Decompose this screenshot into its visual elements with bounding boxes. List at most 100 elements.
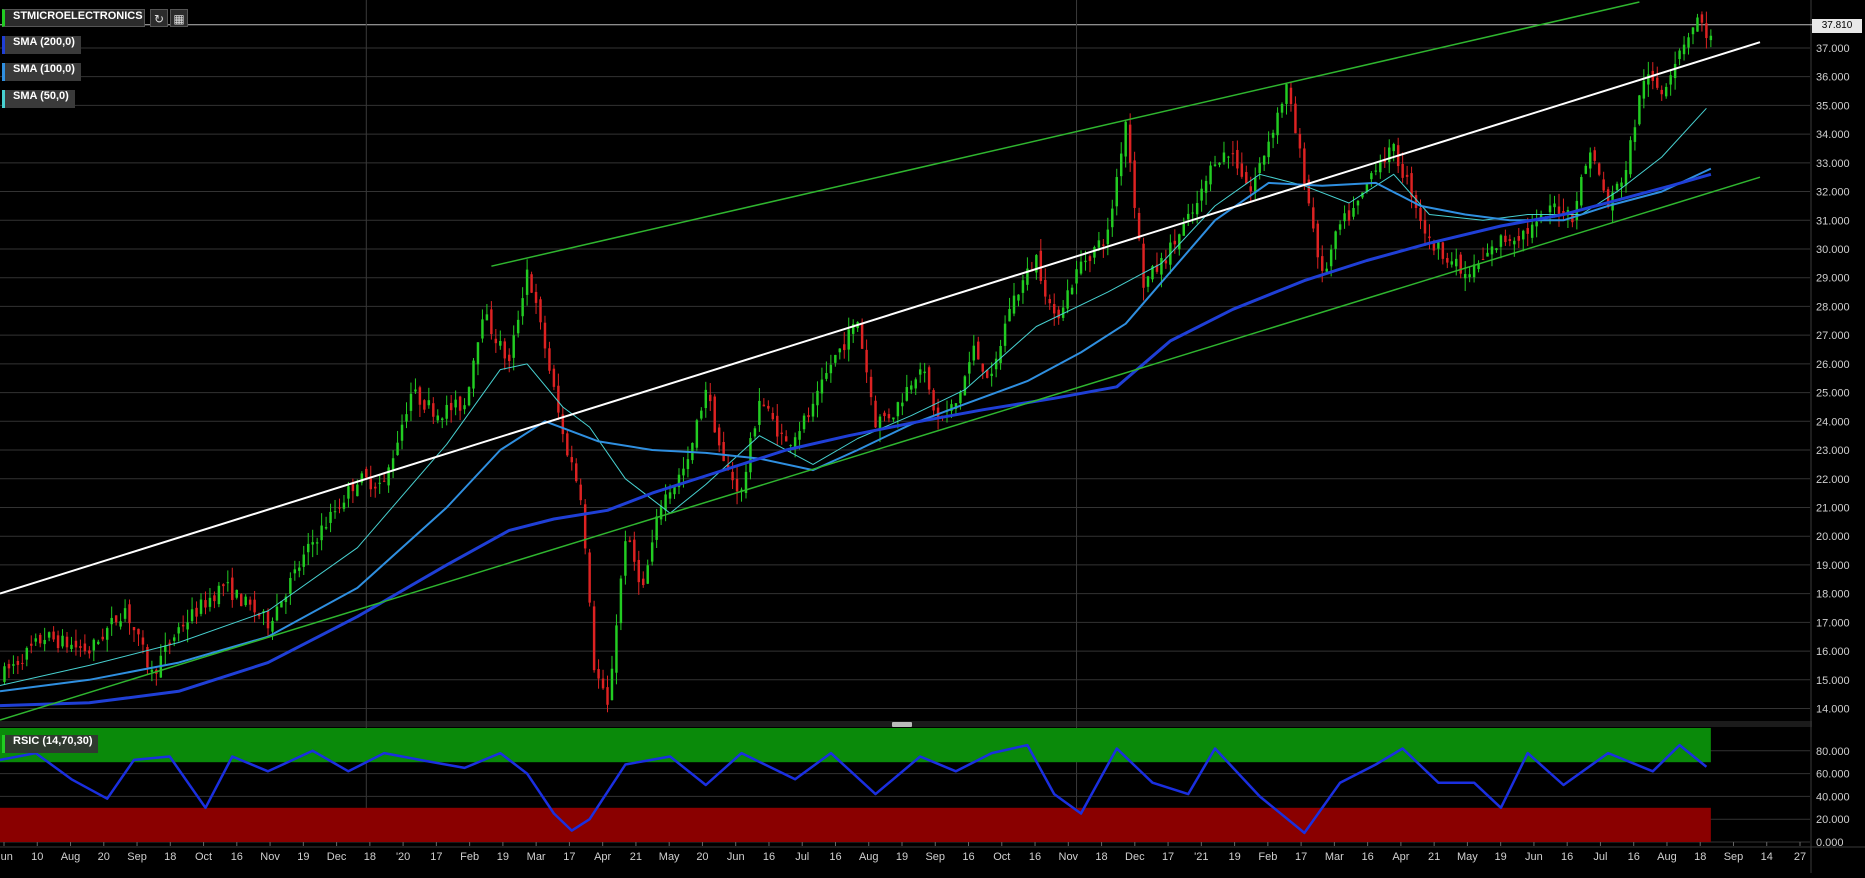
refresh-icon[interactable]: ↻	[150, 9, 168, 27]
candle-body	[628, 540, 632, 542]
x-tick-label: 18	[364, 851, 376, 863]
candle-body	[1084, 260, 1087, 263]
candle-body	[485, 314, 489, 321]
candle-body	[1405, 174, 1409, 177]
candle-body	[1455, 258, 1458, 267]
candle-body	[901, 402, 904, 407]
legend-sma50[interactable]: SMA (50,0)	[2, 90, 75, 108]
legend-rsi[interactable]: RSIC (14,70,30)	[2, 735, 99, 753]
candle-body	[83, 643, 87, 652]
candle-body	[838, 348, 842, 353]
candle-body	[1182, 223, 1185, 236]
candle-body	[566, 433, 569, 456]
candle-body	[1441, 242, 1445, 259]
candle-body	[38, 634, 42, 644]
candle-body	[1553, 203, 1556, 208]
candle-body	[1218, 162, 1221, 165]
candle-body	[1200, 188, 1203, 201]
x-tick-label: Jul	[1593, 851, 1607, 863]
candle-body	[1191, 212, 1194, 214]
candle-body	[1580, 177, 1583, 206]
candle-body	[825, 373, 828, 379]
legend-sma200[interactable]: SMA (200,0)	[2, 36, 81, 54]
candle-body	[1173, 240, 1177, 245]
candle-body	[923, 371, 926, 374]
candle-body	[1245, 172, 1248, 184]
candle-body	[655, 516, 658, 540]
chart-window: 14.000 15.000 16.000 17.000 18.000 19.000 20.0…	[0, 0, 1865, 873]
candle-body	[329, 511, 332, 523]
candle-body	[543, 322, 547, 349]
candle-body	[1669, 75, 1672, 85]
candle-body	[1312, 207, 1315, 229]
candle-body	[199, 599, 203, 614]
x-tick-label: Nov	[260, 851, 280, 863]
candle-body	[686, 459, 690, 470]
candle-body	[646, 565, 649, 584]
candle-body	[1490, 246, 1494, 255]
candle-body	[1093, 247, 1096, 258]
calendar-icon[interactable]: ▦	[170, 9, 188, 27]
candle-body	[1222, 152, 1226, 163]
candle-body	[306, 543, 310, 553]
candle-body	[1017, 294, 1020, 301]
candle-body	[883, 412, 886, 417]
candle-body	[637, 559, 641, 583]
candle-body	[994, 358, 998, 370]
candle-body	[624, 541, 627, 576]
pane-splitter-handle[interactable]	[892, 722, 912, 727]
candle-body	[874, 400, 877, 428]
candle-body	[789, 445, 792, 447]
candle-body	[1164, 260, 1168, 264]
candle-body	[414, 389, 417, 392]
candle-body	[311, 542, 314, 545]
x-tick-label: Sep	[925, 851, 945, 863]
candle-body	[101, 636, 104, 640]
symbol-label[interactable]: STMICROELECTRONICS	[2, 9, 145, 27]
candle-body	[552, 368, 556, 387]
x-tick-label: 19	[1495, 851, 1507, 863]
candle-body	[1231, 153, 1235, 155]
candle-body	[231, 577, 234, 600]
candle-body	[458, 396, 462, 411]
candle-body	[374, 486, 377, 489]
candle-body	[798, 431, 801, 440]
x-tick-label: Dec	[1125, 851, 1145, 863]
candle-body	[271, 620, 274, 632]
candle-body	[1321, 256, 1324, 271]
candle-body	[213, 595, 216, 602]
rsi-tick-label: 0.000	[1816, 837, 1844, 849]
x-tick-label: 20	[696, 851, 708, 863]
price-tick-label: 34.000	[1816, 129, 1850, 141]
candle-body	[338, 507, 341, 509]
x-tick-label: Jun	[727, 851, 745, 863]
candle-body	[1052, 304, 1056, 314]
candle-body	[1629, 140, 1632, 175]
candle-body	[588, 552, 591, 603]
candle-body	[516, 319, 520, 334]
candle-body	[467, 387, 471, 406]
candle-body	[887, 414, 891, 419]
candle-body	[668, 492, 672, 499]
x-tick-label: Mar	[527, 851, 546, 863]
candle-body	[633, 539, 636, 562]
x-tick-label: 17	[1162, 851, 1174, 863]
candle-body	[1267, 141, 1270, 158]
candle-body	[1325, 268, 1328, 272]
candle-body	[1486, 252, 1489, 257]
x-tick-label: 19	[1228, 851, 1240, 863]
legend-sma100[interactable]: SMA (100,0)	[2, 63, 81, 81]
candle-body	[387, 467, 390, 486]
candle-body	[1673, 63, 1677, 79]
x-tick-label: 19	[497, 851, 509, 863]
x-tick-label: Aug	[859, 851, 879, 863]
candle-body	[530, 274, 533, 293]
candle-body	[494, 338, 498, 344]
candle-body	[1334, 231, 1337, 249]
candle-body	[441, 418, 444, 420]
x-tick-label: Nov	[1059, 851, 1079, 863]
candle-body	[865, 349, 868, 373]
candle-body	[508, 354, 511, 362]
candle-body	[583, 504, 587, 549]
candle-body	[1437, 242, 1440, 249]
